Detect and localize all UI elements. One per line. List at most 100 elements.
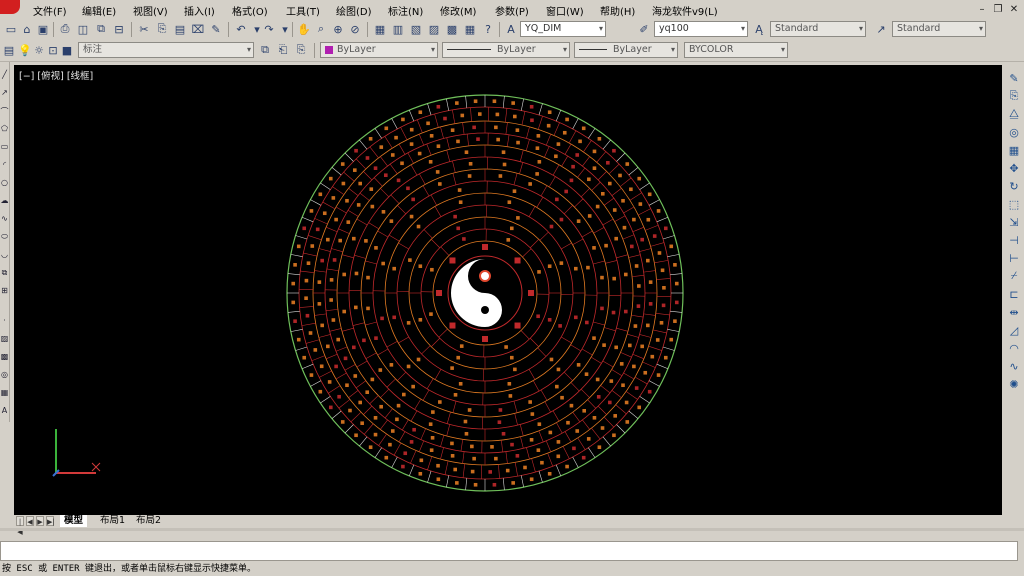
menu-draw[interactable]: 绘图(D) [336,3,372,18]
paste-icon[interactable]: ▤ [173,22,187,36]
break-icon[interactable]: ⊏ [1006,286,1022,302]
redo-dropdown-icon[interactable]: ▾ [278,22,292,36]
quickcalc-icon[interactable]: ▦ [463,22,477,36]
gradient-icon[interactable]: ▩ [0,352,9,361]
make-block-icon[interactable]: ⊞ [0,286,9,295]
tool-palettes-icon[interactable]: ▧ [409,22,423,36]
explode-icon[interactable]: ✺ [1006,376,1022,392]
blend-curves-icon[interactable]: ∿ [1006,358,1022,374]
prev-tab-icon[interactable]: ◀ [26,516,34,526]
tablestyle-select[interactable]: Standard ▾ [892,21,986,37]
multileader-style-icon[interactable]: ↗ [874,22,888,36]
restore-icon[interactable]: ❐ [992,3,1004,15]
spline-icon[interactable]: ∿ [0,214,9,223]
viewport-controls[interactable]: [−] [俯视] [线框] [19,68,93,82]
plotstyle-select[interactable]: BYCOLOR ▾ [684,42,788,58]
zoom-realtime-icon[interactable]: ⌕ [314,22,328,36]
line-icon[interactable]: ╱ [0,70,9,79]
match-properties-icon[interactable]: ⌧ [191,22,205,36]
chamfer-icon[interactable]: ◿ [1006,322,1022,338]
first-tab-icon[interactable]: |◀ [16,516,24,536]
open-folder-icon[interactable]: ⌂ [20,22,34,36]
extend-icon[interactable]: ⊢ [1006,250,1022,266]
command-line-input[interactable] [0,541,1018,561]
layer-manager-icon[interactable]: ▤ [2,43,16,57]
sun-icon[interactable]: ☼ [32,43,46,57]
insert-block-icon[interactable]: ⧉ [0,268,9,278]
new-file-icon[interactable]: ▭ [4,22,18,36]
tab-model[interactable]: 模型 [60,515,88,527]
cut-icon[interactable]: ✂ [137,22,151,36]
copy-object-icon[interactable]: ⎘ [1006,88,1022,104]
publish-icon[interactable]: ⧉ [94,22,108,36]
close-icon[interactable]: ✕ [1008,3,1020,15]
scale-select[interactable]: yq100 ▾ [654,21,748,37]
join-icon[interactable]: ⇹ [1006,304,1022,320]
next-tab-icon[interactable]: ▶ [36,516,44,526]
tab-layout2[interactable]: 布局2 [132,515,165,527]
hatch-icon[interactable]: ▨ [0,334,9,343]
arc-icon[interactable]: ◜ [0,160,9,169]
polyline-icon[interactable]: ⌒ [0,106,9,117]
properties-icon[interactable]: ▦ [373,22,387,36]
zoom-window-icon[interactable]: ⊕ [331,22,345,36]
offset-icon[interactable]: ◎ [1006,124,1022,140]
layer-isolate-icon[interactable]: ⎘ [294,43,308,57]
point-icon[interactable]: · [0,316,9,325]
markup-icon[interactable]: ▩ [445,22,459,36]
textstyle-select[interactable]: Standard ▾ [770,21,866,37]
break-at-point-icon[interactable]: ⌿ [1006,268,1022,284]
menu-dimension[interactable]: 标注(N) [388,3,423,18]
menu-view[interactable]: 视图(V) [133,3,168,18]
scale-icon[interactable]: ⬚ [1006,196,1022,212]
construction-line-icon[interactable]: ↗ [0,88,9,97]
print-icon[interactable]: ⎙ [58,22,72,36]
circle-icon[interactable]: ○ [0,178,9,187]
dimstyle-select[interactable]: YQ_DIM ▾ [520,21,606,37]
table-icon[interactable]: ▦ [0,388,9,397]
trim-icon[interactable]: ⊣ [1006,232,1022,248]
mtext-icon[interactable]: A [0,406,9,415]
move-icon[interactable]: ✥ [1006,160,1022,176]
annotation-scale-icon[interactable]: ✐ [637,22,651,36]
rectangle-icon[interactable]: ▭ [0,142,9,151]
mirror-icon[interactable]: ⧋ [1006,106,1022,122]
tab-layout1[interactable]: 布局1 [96,515,129,527]
menu-hailong-plugin[interactable]: 海龙软件v9(L) [652,3,718,18]
app-logo[interactable] [0,0,20,14]
menu-insert[interactable]: 插入(I) [184,3,215,18]
make-current-layer-icon[interactable]: ⧉ [258,43,272,57]
layer-select[interactable]: 标注 ▾ [78,42,254,58]
menu-modify[interactable]: 修改(M) [440,3,476,18]
menu-edit[interactable]: 编辑(E) [82,3,116,18]
help-icon[interactable]: ? [481,22,495,36]
redo-icon[interactable]: ↷ [262,22,276,36]
lock-icon[interactable]: ⊡ [46,43,60,57]
minimize-icon[interactable]: – [976,3,988,15]
menu-tools[interactable]: 工具(T) [286,3,320,18]
last-tab-icon[interactable]: ▶| [46,516,55,526]
menu-window[interactable]: 窗口(W) [546,3,584,18]
text-style-icon[interactable]: Ą [752,22,766,36]
bulb-icon[interactable]: 💡 [18,43,32,57]
sheet-set-icon[interactable]: ▨ [427,22,441,36]
copy-icon[interactable]: ⎘ [155,22,169,36]
erase-icon[interactable]: ✎ [1006,70,1022,86]
color-select[interactable]: ByLayer ▾ [320,42,438,58]
stretch-icon[interactable]: ⇲ [1006,214,1022,230]
linetype-select[interactable]: ByLayer ▾ [442,42,570,58]
fillet-icon[interactable]: ◠ [1006,340,1022,356]
design-center-icon[interactable]: ▥ [391,22,405,36]
menu-help[interactable]: 帮助(H) [600,3,635,18]
array-icon[interactable]: ▦ [1006,142,1022,158]
layer-color-icon[interactable]: ■ [60,43,74,57]
ellipse-icon[interactable]: ⬭ [0,232,9,242]
menu-parameters[interactable]: 参数(P) [495,3,529,18]
revision-cloud-icon[interactable]: ☁ [0,196,9,205]
polygon-icon[interactable]: ⬠ [0,124,9,133]
save-icon[interactable]: ▣ [36,22,50,36]
drawing-canvas[interactable]: [−] [俯视] [线框] [14,65,1002,515]
block-editor-icon[interactable]: ✎ [209,22,223,36]
zoom-previous-icon[interactable]: ⊘ [348,22,362,36]
rotate-icon[interactable]: ↻ [1006,178,1022,194]
